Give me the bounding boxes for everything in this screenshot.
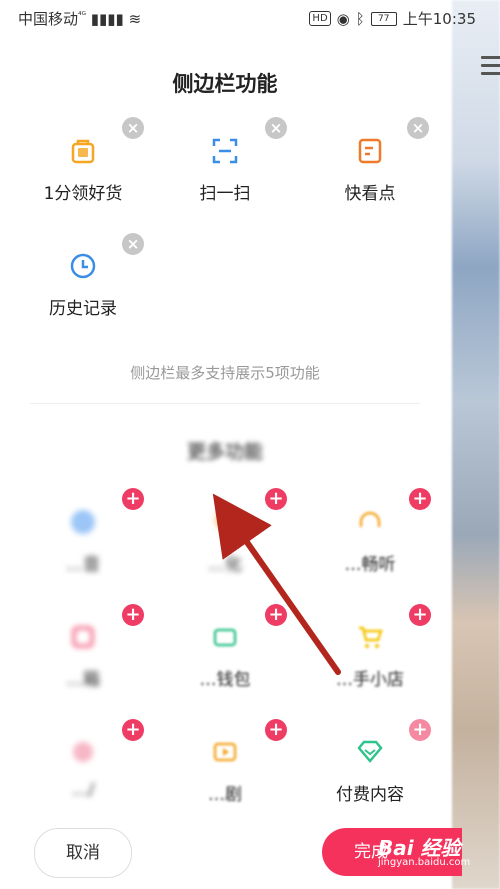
arrow-line	[212, 493, 341, 675]
annotation-arrow	[212, 493, 341, 675]
